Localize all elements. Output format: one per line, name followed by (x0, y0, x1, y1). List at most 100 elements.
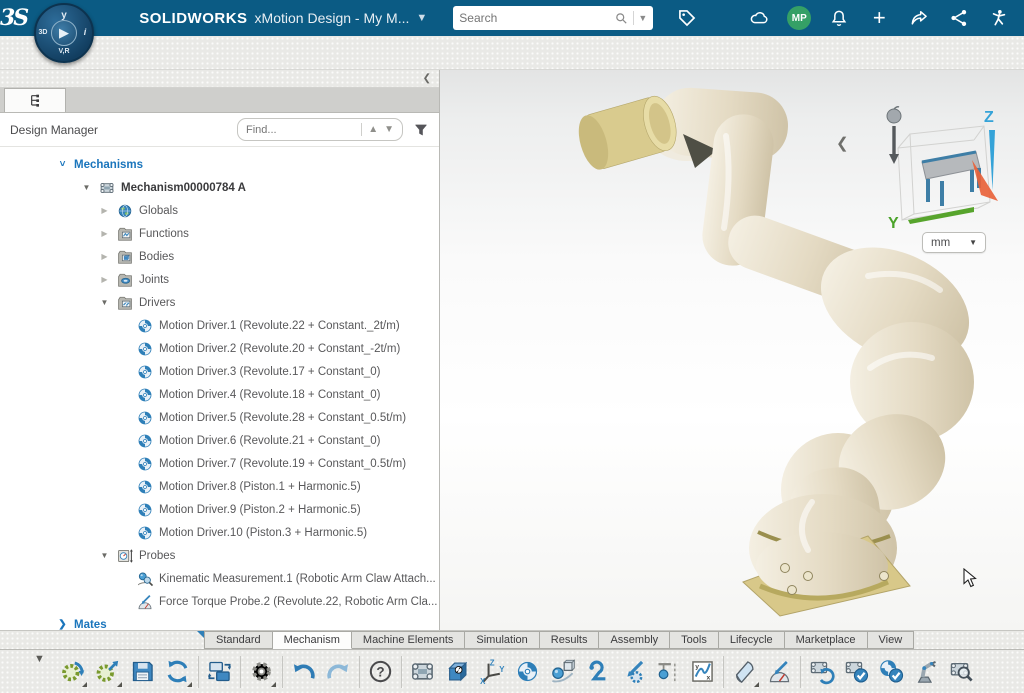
collapse-arrow-icon[interactable]: ▼ (98, 298, 111, 307)
panel-collapse-button[interactable]: ❮ (423, 73, 431, 84)
tab-machine-elements[interactable]: Machine Elements (352, 631, 466, 649)
tab-tools[interactable]: Tools (670, 631, 719, 649)
cloud-button[interactable] (739, 3, 779, 33)
section-button[interactable] (727, 654, 762, 690)
share-button[interactable] (899, 3, 939, 33)
reset-mechanism-button[interactable] (804, 654, 839, 690)
help-button[interactable] (1019, 3, 1024, 33)
tree-item-force-torque-probe-2[interactable]: Force Torque Probe.2 (Revolute.22, Robot… (0, 590, 439, 613)
motion-driver-button[interactable] (510, 654, 545, 690)
rigid-body-button[interactable] (440, 654, 475, 690)
toolbar-overflow-chevron[interactable]: ▼ (34, 653, 45, 665)
compass-south-label: V,R (36, 48, 92, 55)
settings-button[interactable] (244, 654, 279, 690)
update-button[interactable] (90, 654, 125, 690)
title-chevron-down-icon[interactable]: ▼ (416, 12, 427, 24)
filter-button[interactable] (413, 122, 429, 138)
view-compass[interactable]: Z Y (880, 104, 1002, 236)
notifications-bell-button[interactable] (819, 3, 859, 33)
tree-item-motion-driver-10[interactable]: Motion Driver.10 (Piston.3 + Harmonic.5) (0, 521, 439, 544)
validate-drivers-button[interactable] (874, 654, 909, 690)
share-network-button[interactable] (939, 3, 979, 33)
reference-frame-button[interactable] (475, 654, 510, 690)
new-mechanism-button[interactable] (405, 654, 440, 690)
find-input[interactable] (246, 124, 316, 136)
tree-item-drivers[interactable]: ▼Drivers (0, 291, 439, 314)
dassault-3ds-logo[interactable]: 3S (0, 5, 27, 31)
tree-item-label: Motion Driver.4 (Revolute.18 + Constant_… (159, 389, 381, 401)
search-icon[interactable] (614, 11, 629, 26)
units-dropdown[interactable]: mm ▼ (922, 232, 986, 253)
tab-standard[interactable]: Standard (204, 631, 273, 649)
update-all-button[interactable] (55, 654, 90, 690)
tree-item-mates[interactable]: ❯Mates (0, 613, 439, 630)
tag-button[interactable] (667, 3, 707, 33)
3dexperience-compass[interactable]: y 3D i V,R ▶ (34, 3, 94, 63)
tree-item-motion-driver-4[interactable]: Motion Driver.4 (Revolute.18 + Constant_… (0, 383, 439, 406)
save-button[interactable] (125, 654, 160, 690)
community-person-button[interactable] (979, 3, 1019, 33)
expand-arrow-icon[interactable]: ▶ (98, 252, 111, 261)
tree-item-motion-driver-9[interactable]: Motion Driver.9 (Piston.2 + Harmonic.5) (0, 498, 439, 521)
collapse-arrow-icon[interactable]: ▼ (98, 551, 111, 560)
tree-item-motion-driver-6[interactable]: Motion Driver.6 (Revolute.21 + Constant_… (0, 429, 439, 452)
tab-view[interactable]: View (868, 631, 915, 649)
tree-item-mechanisms[interactable]: ˅Mechanisms (0, 153, 439, 176)
tree-item-motion-driver-3[interactable]: Motion Driver.3 (Revolute.17 + Constant_… (0, 360, 439, 383)
user-avatar[interactable]: MP (779, 3, 819, 33)
tree-item-label: Kinematic Measurement.1 (Robotic Arm Cla… (159, 573, 436, 585)
collapse-arrow-icon[interactable]: ▼ (80, 183, 93, 192)
search-scope-chevron-icon[interactable]: ▼ (638, 13, 647, 23)
tree-item-motion-driver-7[interactable]: Motion Driver.7 (Revolute.19 + Constant_… (0, 452, 439, 475)
belt-button[interactable] (580, 654, 615, 690)
3d-viewport[interactable]: ❮ (440, 70, 1024, 630)
plot-button[interactable] (685, 654, 720, 690)
app-title-group[interactable]: SOLIDWORKS xMotion Design - My M... ▼ (139, 10, 427, 27)
tree-item-motion-driver-1[interactable]: Motion Driver.1 (Revolute.22 + Constant.… (0, 314, 439, 337)
tree-item-mechanism00000784-a[interactable]: ▼Mechanism00000784 A (0, 176, 439, 199)
find-next-button[interactable]: ▼ (384, 124, 394, 135)
tree-item-functions[interactable]: ▶Functions (0, 222, 439, 245)
help-button[interactable] (363, 654, 398, 690)
find-divider (361, 123, 362, 136)
search-box[interactable]: ▼ (453, 6, 653, 30)
tree-item-joints[interactable]: ▶Joints (0, 268, 439, 291)
refresh-button[interactable] (160, 654, 195, 690)
tab-simulation[interactable]: Simulation (465, 631, 539, 649)
expand-arrow-icon[interactable]: ▶ (98, 275, 111, 284)
kinematic-probe-button[interactable] (545, 654, 580, 690)
save-with-options-button[interactable] (202, 654, 237, 690)
expand-arrow-icon[interactable]: ▶ (98, 229, 111, 238)
tree-item-bodies[interactable]: ▶Bodies (0, 245, 439, 268)
expand-arrow-icon[interactable]: ❯ (56, 619, 69, 630)
find-previous-button[interactable]: ▲ (368, 124, 378, 135)
add-content-button[interactable]: + (859, 3, 899, 33)
globe-icon (116, 202, 134, 220)
tree-item-probes[interactable]: ▼Probes (0, 544, 439, 567)
tree-item-motion-driver-8[interactable]: Motion Driver.8 (Piston.1 + Harmonic.5) (0, 475, 439, 498)
compass-play-icon[interactable]: ▶ (51, 20, 77, 46)
explore-mechanism-button[interactable] (944, 654, 979, 690)
redo-button[interactable] (321, 654, 356, 690)
undo-button[interactable] (286, 654, 321, 690)
tab-marketplace[interactable]: Marketplace (785, 631, 868, 649)
expand-arrow-icon[interactable]: ▶ (98, 206, 111, 215)
tree-item-motion-driver-2[interactable]: Motion Driver.2 (Revolute.20 + Constant_… (0, 337, 439, 360)
tab-lifecycle[interactable]: Lifecycle (719, 631, 785, 649)
tab-mechanism[interactable]: Mechanism (273, 631, 352, 649)
force-button[interactable] (615, 654, 650, 690)
collapse-arrow-icon[interactable]: ˅ (56, 159, 69, 170)
force-torque-probe-button[interactable] (762, 654, 797, 690)
robotic-arm-button[interactable] (909, 654, 944, 690)
gravity-button[interactable] (650, 654, 685, 690)
validate-mechanism-button[interactable] (839, 654, 874, 690)
tab-assembly[interactable]: Assembly (599, 631, 670, 649)
tab-results[interactable]: Results (540, 631, 600, 649)
tree-item-kinematic-measurement-1[interactable]: Kinematic Measurement.1 (Robotic Arm Cla… (0, 567, 439, 590)
tab-design-tree[interactable] (4, 88, 66, 112)
tree-item-globals[interactable]: ▶Globals (0, 199, 439, 222)
find-box[interactable]: ▲ ▼ (237, 118, 403, 141)
tree-item-motion-driver-5[interactable]: Motion Driver.5 (Revolute.28 + Constant_… (0, 406, 439, 429)
viewport-panel-collapse-button[interactable]: ❮ (836, 134, 849, 152)
search-input[interactable] (459, 11, 610, 25)
